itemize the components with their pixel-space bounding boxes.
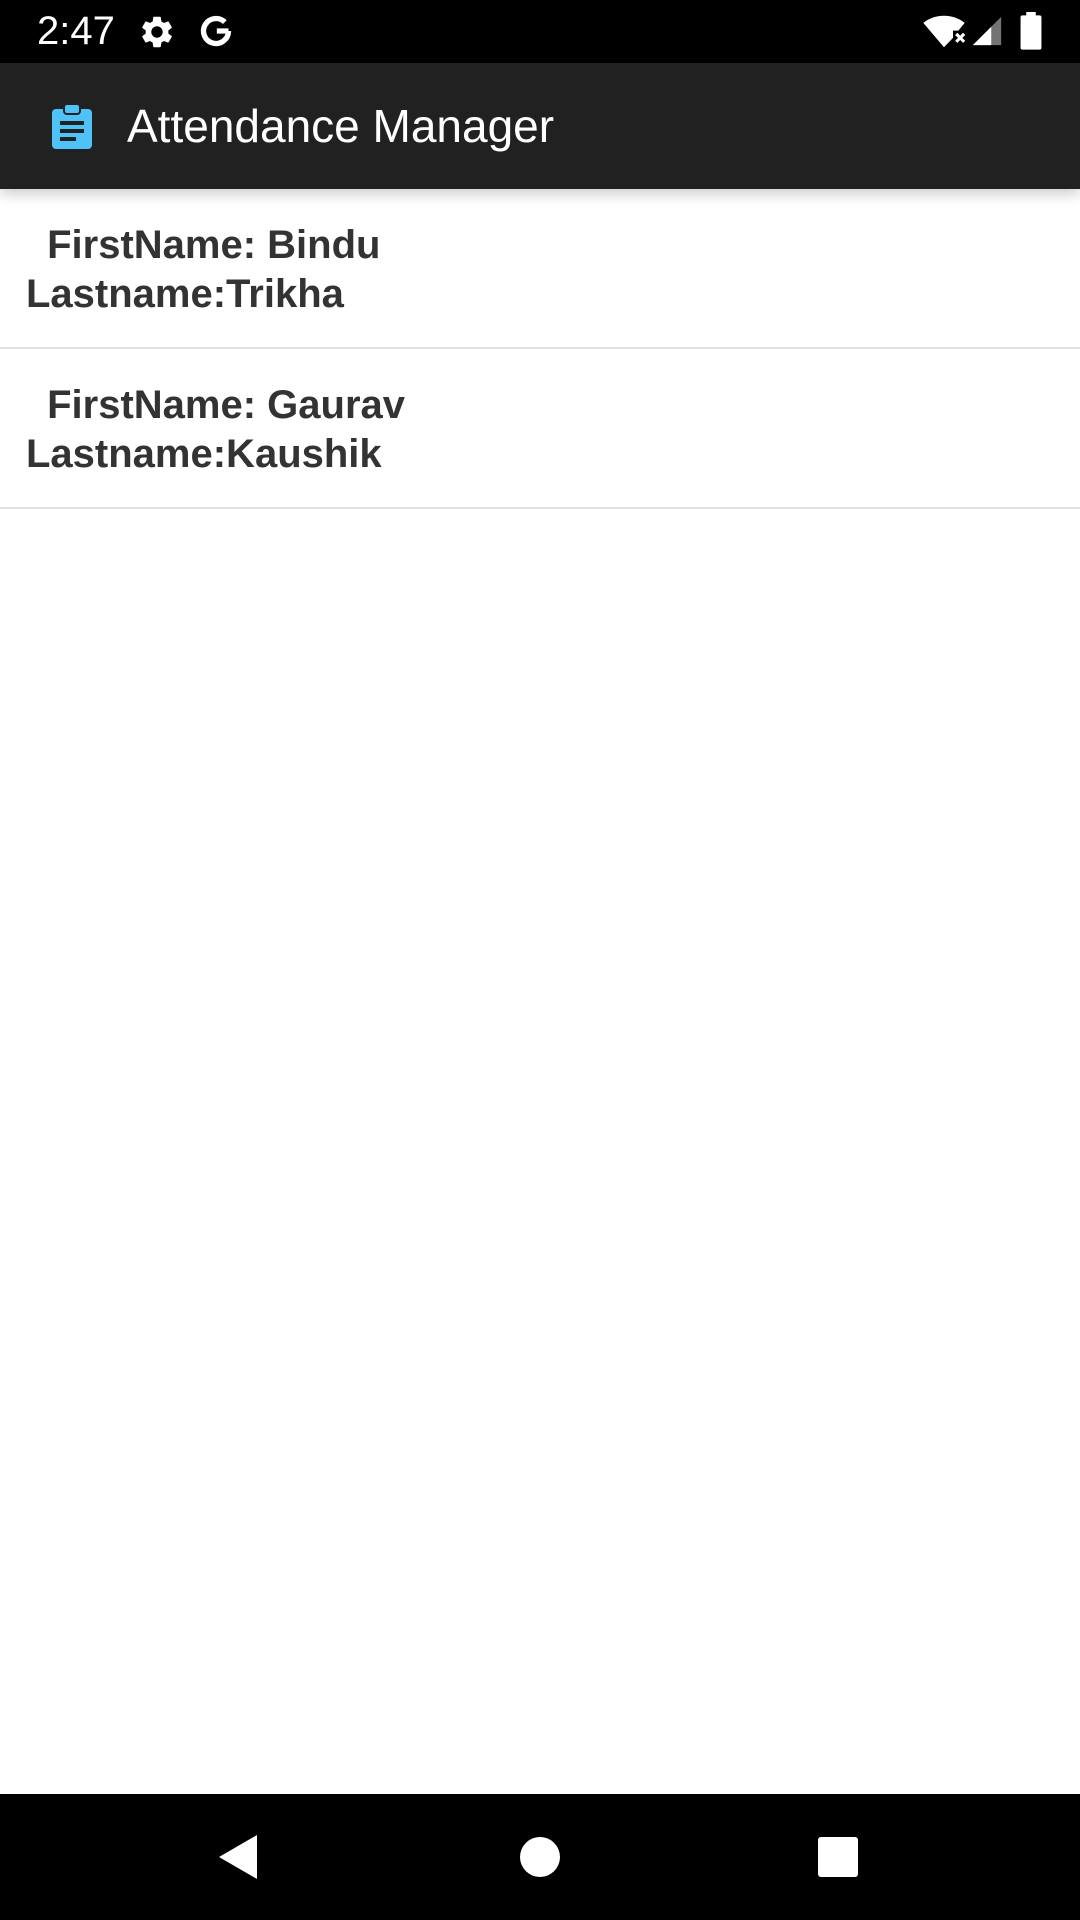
status-bar: 2:47 xyxy=(0,0,1080,63)
last-name-text: Lastname:Kaushik xyxy=(26,432,382,476)
wifi-icon xyxy=(922,13,966,54)
last-name-text: Lastname:Trikha xyxy=(26,272,344,316)
signal-icon xyxy=(970,14,1004,53)
first-name-text: FirstName: Gaurav xyxy=(36,383,406,427)
recents-icon[interactable] xyxy=(758,1794,918,1920)
status-time: 2:47 xyxy=(37,9,115,53)
back-icon[interactable] xyxy=(159,1794,319,1920)
google-icon xyxy=(196,11,236,56)
battery-icon xyxy=(1019,12,1043,55)
app-title: Attendance Manager xyxy=(127,100,555,152)
list-item[interactable]: FirstName: Bindu Lastname:Trikha xyxy=(0,189,1080,349)
settings-icon xyxy=(138,13,176,56)
navigation-bar xyxy=(0,1794,1080,1920)
screen: 2:47 Attendance Manager FirstName: Bindu… xyxy=(0,0,1080,1920)
clipboard-icon xyxy=(52,103,92,149)
home-icon[interactable] xyxy=(460,1794,620,1920)
list-item[interactable]: FirstName: Gaurav Lastname:Kaushik xyxy=(0,349,1080,509)
student-list: FirstName: Bindu Lastname:Trikha FirstNa… xyxy=(0,189,1080,509)
app-bar: Attendance Manager xyxy=(0,63,1080,189)
first-name-text: FirstName: Bindu xyxy=(36,223,381,267)
